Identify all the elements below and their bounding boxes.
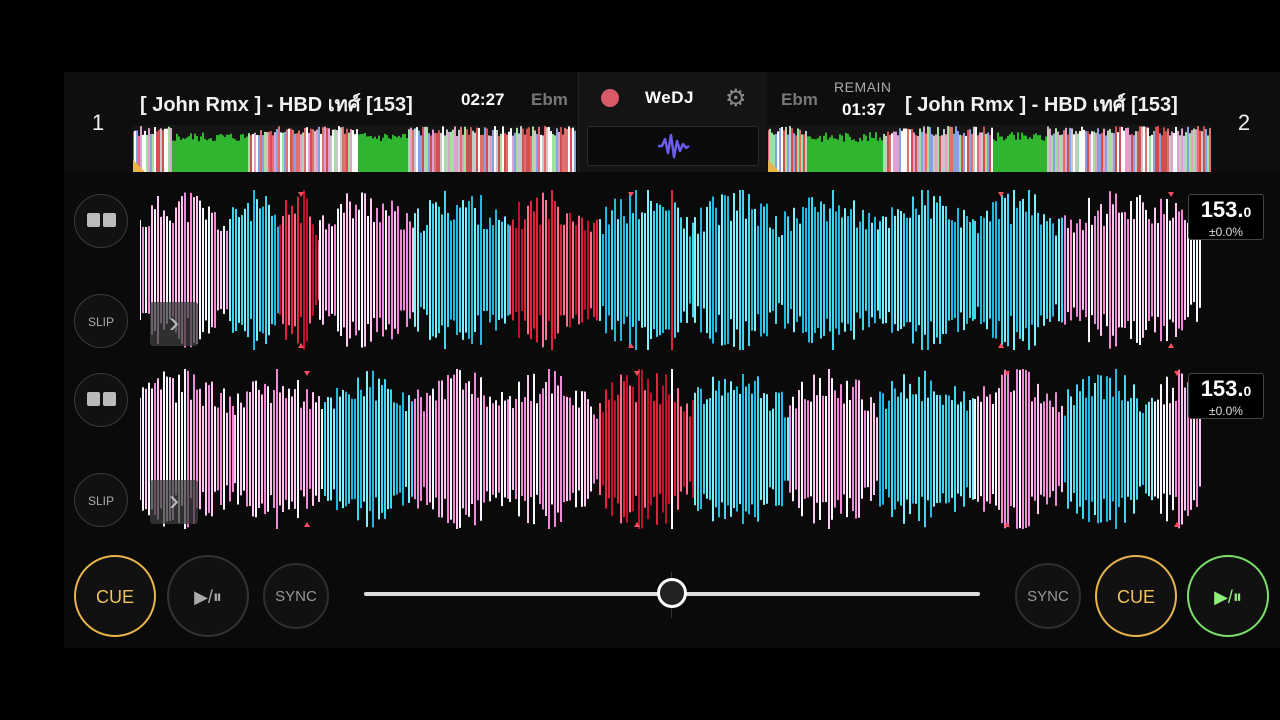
beat-marker — [998, 343, 1004, 348]
deck2-pitch: ±0.0% — [1209, 404, 1243, 418]
deck2-slip-button[interactable]: SLIP — [74, 473, 128, 527]
deck2-time: 01:37 — [842, 100, 886, 119]
beat-marker — [1168, 192, 1174, 197]
deck1-play-pause-button[interactable]: ▶/⏸ — [167, 555, 249, 637]
deck1-number: 1 — [91, 110, 105, 135]
beat-marker — [998, 192, 1004, 197]
wedj-app: 1 [ John Rmx ] - HBD เทศ์ [153] 02:27 Eb… — [64, 72, 1280, 648]
deck2-track-title: [ John Rmx ] - HBD เทศ์ [153] — [905, 94, 1178, 116]
deck1-bpm-decimal: 0 — [1243, 204, 1252, 220]
deck1-track-title: [ John Rmx ] - HBD เทศ์ [153] — [140, 94, 413, 116]
deck2-bpm-display[interactable]: 153.0 ±0.0% — [1188, 373, 1264, 419]
deck1-pitch: ±0.0% — [1209, 225, 1243, 239]
deck2-number: 2 — [1237, 110, 1251, 135]
deck1-slip-label: SLIP — [87, 315, 114, 329]
deck2-play-pause-button[interactable]: ▶/⏸ — [1187, 555, 1269, 637]
gear-icon[interactable]: ⚙ — [725, 84, 747, 113]
deck2-bpm: 153. — [1200, 376, 1244, 401]
deck1-slip-button[interactable]: SLIP — [74, 294, 128, 348]
app-logo: WeDJ — [645, 88, 694, 107]
deck2-cue-button[interactable]: CUE — [1095, 555, 1177, 637]
deck1-cue-button[interactable]: CUE — [74, 555, 156, 637]
deck1-key: Ebm — [531, 90, 568, 109]
deck2-sync-button[interactable]: SYNC — [1015, 563, 1081, 629]
beat-marker — [628, 192, 634, 197]
loop-icon — [87, 213, 117, 229]
beat-marker — [304, 522, 310, 527]
deck1-waveform[interactable] — [140, 190, 1202, 350]
deck1-bpm-display[interactable]: 153.0 ±0.0% — [1188, 194, 1264, 240]
deck1-bpm: 153. — [1200, 197, 1244, 222]
crossfader-knob[interactable] — [657, 578, 687, 608]
deck1-expand-arrow-icon[interactable]: › — [150, 302, 198, 346]
deck1-sync-button[interactable]: SYNC — [263, 563, 329, 629]
deck1-loop-button[interactable] — [74, 194, 128, 248]
deck2-remain-label: REMAIN — [834, 79, 892, 95]
beat-marker — [1168, 343, 1174, 348]
deck2-slip-label: SLIP — [87, 494, 114, 508]
beat-marker — [628, 343, 634, 348]
deck1-time: 02:27 — [461, 90, 505, 109]
deck2-key: Ebm — [781, 90, 818, 109]
deck2-expand-arrow-icon[interactable]: › — [150, 480, 198, 524]
deck2-bpm-decimal: 0 — [1243, 383, 1252, 399]
waveform-icon — [658, 133, 690, 159]
waveform-view-button[interactable] — [587, 126, 759, 166]
deck1-overview-waveform[interactable] — [133, 125, 576, 172]
loop-icon — [87, 392, 117, 408]
deck2-waveform[interactable] — [140, 369, 1202, 529]
deck2-overview-waveform[interactable] — [768, 125, 1211, 172]
deck2-loop-button[interactable] — [74, 373, 128, 427]
record-icon[interactable] — [601, 89, 619, 107]
center-panel: WeDJ ⚙ — [578, 72, 768, 172]
beat-marker — [304, 371, 310, 376]
